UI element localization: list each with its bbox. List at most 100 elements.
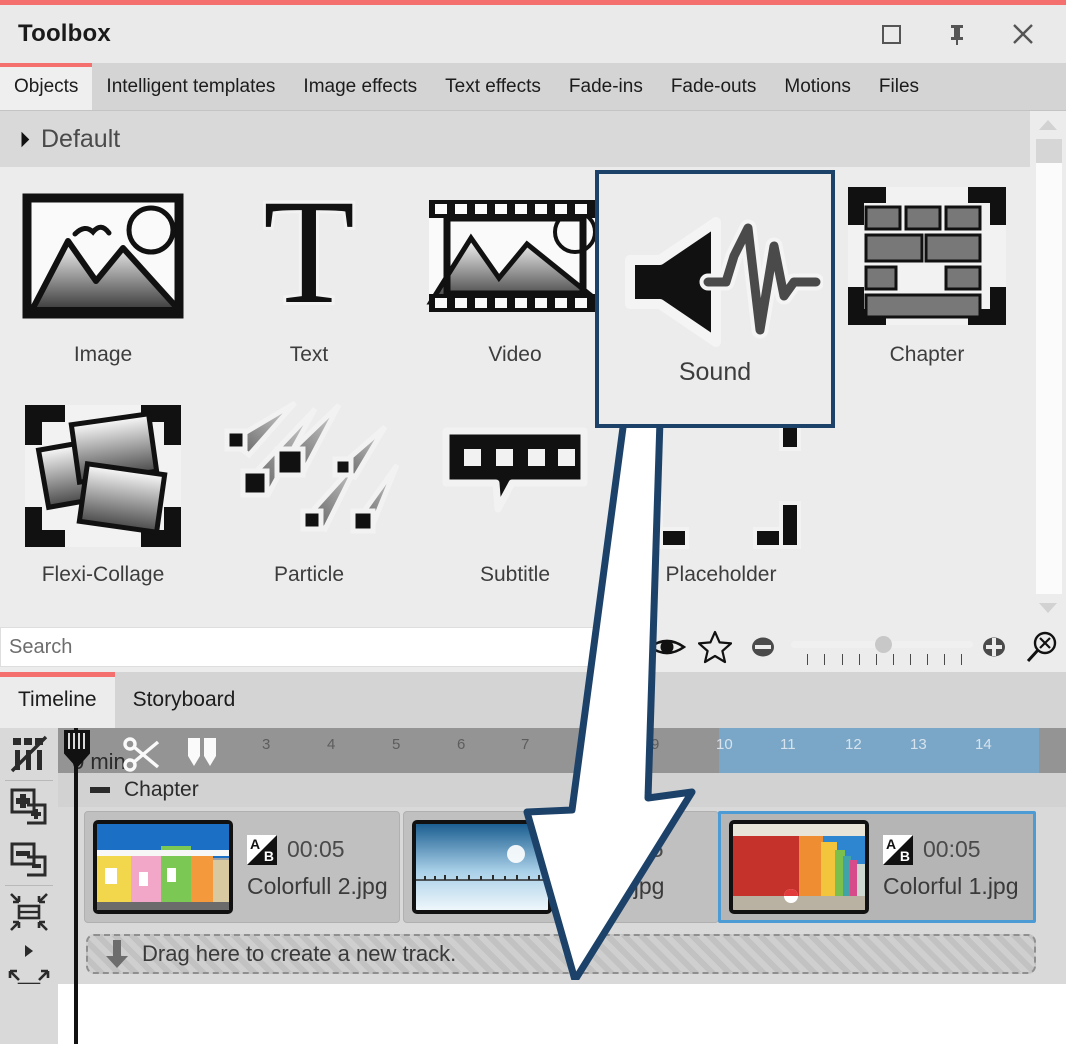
cut-tool-button[interactable] (120, 734, 164, 779)
triangle-down-icon (1039, 603, 1057, 613)
clip-duration-row: A B 00:05 (247, 834, 388, 865)
scroll-up-button[interactable] (1030, 111, 1066, 139)
reset-zoom-button[interactable] (1018, 624, 1066, 670)
clip-thumbnail (93, 820, 233, 914)
clip-filename: online.jpg (566, 872, 665, 899)
new-track-label: Drag here to create a new track. (142, 941, 457, 966)
transition-b-label: B (263, 847, 274, 864)
search-toolbar (0, 622, 1066, 672)
ab-transition-icon: A B (883, 834, 913, 865)
tab-fade-ins[interactable]: Fade-ins (555, 63, 657, 110)
ruler-tick-label: 6 (457, 736, 466, 753)
objects-grid: Image T Text Video Chapter Flexi-Collage… (0, 167, 1030, 602)
ab-transition-icon: A B (247, 834, 277, 865)
tab-fade-outs[interactable]: Fade-outs (657, 63, 771, 110)
clip-info: A B 00:05 Colorfull 2.jpg (247, 834, 388, 900)
zoom-slider[interactable] (791, 624, 974, 670)
slider-thumb[interactable] (875, 636, 893, 653)
clip-duration: 00:05 (606, 836, 664, 862)
maximize-button[interactable] (878, 21, 904, 47)
sound-icon (624, 216, 823, 347)
object-label: Chapter (889, 343, 965, 366)
object-item-subtitle[interactable]: Subtitle (412, 387, 618, 602)
timeline-content: 3 4 5 6 7 8 9 10 11 12 13 14 0 min Chapt… (58, 728, 1066, 1044)
object-item-image[interactable]: Image (0, 167, 206, 387)
tab-text-effects[interactable]: Text effects (431, 63, 555, 110)
tab-intelligent-templates[interactable]: Intelligent templates (92, 63, 289, 110)
ruler-tick-label: 11 (780, 736, 796, 753)
ab-transition-icon: A B (566, 834, 596, 865)
object-label: Placeholder (665, 563, 777, 586)
object-item-text[interactable]: T Text (206, 167, 412, 387)
timeline-clip[interactable]: A B 00:05 Colorfull 2.jpg (84, 811, 400, 923)
object-label: Subtitle (479, 563, 551, 586)
tab-image-effects[interactable]: Image effects (289, 63, 431, 110)
scissors-icon (123, 737, 160, 772)
remove-track-icon (10, 842, 47, 877)
group-label: Default (41, 124, 121, 153)
objects-scrollbar[interactable] (1030, 111, 1066, 622)
object-item-video[interactable]: Video (412, 167, 618, 387)
tab-storyboard[interactable]: Storyboard (115, 672, 254, 728)
playhead-grip-icon (68, 733, 85, 749)
clip-info: A B 00:05 online.jpg (566, 834, 665, 900)
close-icon (608, 636, 631, 658)
objects-panel: Image T Text Video Chapter Flexi-Collage… (0, 167, 1030, 622)
window-controls (878, 21, 1036, 47)
new-track-dropzone[interactable]: Drag here to create a new track. (86, 934, 1036, 974)
flexi-collage-icon (13, 401, 193, 551)
favorites-button[interactable] (691, 624, 739, 670)
tab-label: Files (878, 75, 920, 97)
clear-search-button[interactable] (595, 624, 644, 670)
clip-duration: 00:05 (287, 836, 345, 862)
pin-button[interactable] (944, 21, 970, 47)
object-item-chapter[interactable]: Chapter (824, 167, 1030, 387)
tab-timeline[interactable]: Timeline (0, 672, 115, 728)
track-header-chapter[interactable]: Chapter (58, 773, 1066, 807)
triangle-up-icon (1039, 120, 1057, 130)
search-input[interactable] (0, 627, 596, 667)
clip-thumbnail (729, 820, 869, 914)
scrollbar-thumb[interactable] (1036, 139, 1062, 163)
minus-icon[interactable] (90, 787, 110, 793)
object-item-particle[interactable]: Particle (206, 387, 412, 602)
zoom-in-button[interactable] (970, 624, 1018, 670)
minus-circle-icon (752, 637, 775, 657)
group-header-default[interactable]: Default (0, 111, 1030, 167)
shrink-tracks-button[interactable] (1, 886, 57, 938)
timeline-toolbar-filler (0, 984, 58, 1044)
split-tool-button[interactable] (184, 736, 220, 775)
zoom-out-button[interactable] (739, 624, 787, 670)
tab-files[interactable]: Files (865, 63, 933, 110)
toolbox-window: Toolbox Objects Intelligent templates Im… (0, 0, 1066, 1044)
object-label: Flexi-Collage (41, 563, 165, 586)
tab-label: Text effects (445, 75, 541, 97)
object-label: Particle (273, 563, 345, 586)
tab-motions[interactable]: Motions (770, 63, 865, 110)
preview-toggle-button[interactable] (643, 624, 691, 670)
pin-icon (951, 25, 963, 45)
track-height-chevron[interactable] (1, 938, 57, 964)
clip-thumbnail (412, 820, 552, 914)
tab-objects[interactable]: Objects (0, 63, 93, 110)
remove-track-button[interactable] (1, 833, 57, 885)
clip-filename: Colorful 1.jpg (883, 872, 1019, 899)
object-item-flexi-collage[interactable]: Flexi-Collage (0, 387, 206, 602)
sound-callout-highlight[interactable]: Sound (595, 170, 835, 428)
toggle-track-contents-button[interactable] (1, 728, 57, 780)
eye-icon (648, 639, 687, 655)
add-track-button[interactable] (1, 781, 57, 833)
track-clips: A B 00:05 Colorfull 2.jpg A B 00:05 onli… (58, 807, 1066, 927)
timeline-clip[interactable]: A B 00:05 online.jpg (403, 811, 719, 923)
object-label: Image (73, 343, 133, 366)
playhead-line[interactable] (74, 728, 78, 1044)
close-button[interactable] (1010, 21, 1036, 47)
scroll-down-button[interactable] (1030, 594, 1066, 622)
window-titlebar: Toolbox (0, 5, 1066, 63)
timeline-clip[interactable]: A B 00:05 Colorful 1.jpg (718, 811, 1036, 923)
tab-label: Timeline (18, 688, 97, 711)
chapter-icon (837, 181, 1017, 331)
transition-a-label: A (250, 835, 261, 852)
scrollbar-track[interactable] (1036, 139, 1062, 594)
track-name-label: Chapter (124, 778, 199, 801)
